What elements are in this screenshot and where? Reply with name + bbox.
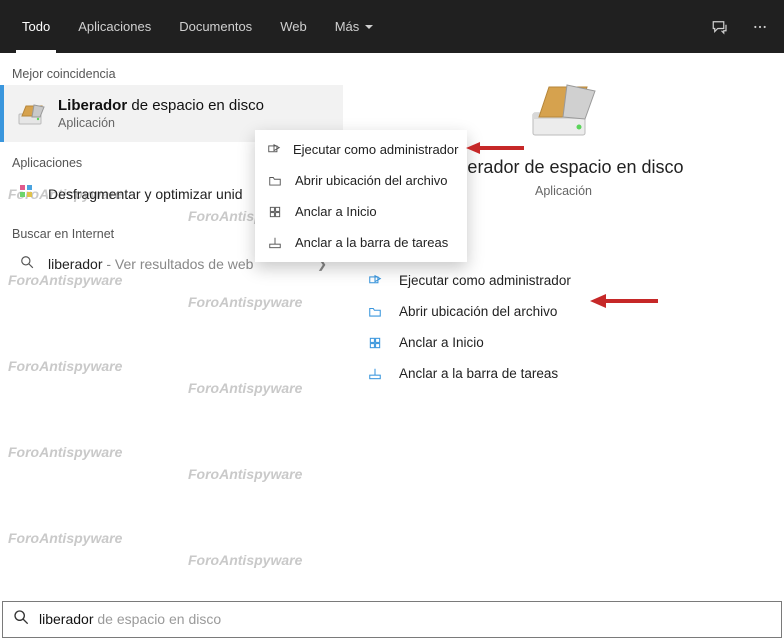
- action-label: Anclar a la barra de tareas: [399, 366, 558, 381]
- pin-taskbar-icon: [267, 236, 283, 250]
- search-tab-bar: Todo Aplicaciones Documentos Web Más: [0, 0, 784, 53]
- pin-taskbar-icon: [367, 367, 383, 381]
- action-label: Abrir ubicación del archivo: [399, 304, 557, 319]
- ctx-pin-start[interactable]: Anclar a Inicio: [255, 196, 467, 227]
- pin-start-icon: [367, 336, 383, 350]
- ctx-pin-taskbar[interactable]: Anclar a la barra de tareas: [255, 227, 467, 258]
- pin-start-icon: [267, 205, 283, 219]
- tab-aplicaciones[interactable]: Aplicaciones: [64, 0, 165, 53]
- ctx-open-location[interactable]: Abrir ubicación del archivo: [255, 165, 467, 196]
- disk-cleanup-icon: [18, 104, 46, 124]
- section-best-match: Mejor coincidencia: [0, 53, 343, 85]
- action-run-admin[interactable]: Ejecutar como administrador: [367, 265, 784, 296]
- list-item-label: Desfragmentar y optimizar unid: [48, 186, 243, 202]
- feedback-icon[interactable]: [700, 0, 740, 53]
- context-menu: Ejecutar como administrador Abrir ubicac…: [255, 130, 467, 262]
- admin-icon: [367, 274, 383, 288]
- tab-mas-label: Más: [335, 19, 360, 34]
- action-label: Anclar a Inicio: [399, 335, 484, 350]
- folder-icon: [267, 174, 283, 188]
- more-icon[interactable]: [740, 0, 780, 53]
- best-match-title: Liberador de espacio en disco: [58, 97, 264, 114]
- ctx-label: Abrir ubicación del archivo: [295, 173, 447, 188]
- ctx-label: Anclar a la barra de tareas: [295, 235, 448, 250]
- best-match-subtitle: Aplicación: [58, 116, 264, 130]
- action-open-location[interactable]: Abrir ubicación del archivo: [367, 296, 784, 327]
- admin-icon: [267, 143, 281, 157]
- action-pin-taskbar[interactable]: Anclar a la barra de tareas: [367, 358, 784, 389]
- chevron-down-icon: [365, 25, 373, 29]
- tab-web[interactable]: Web: [266, 0, 321, 53]
- ctx-label: Anclar a Inicio: [295, 204, 377, 219]
- ctx-run-admin[interactable]: Ejecutar como administrador: [255, 134, 467, 165]
- tab-mas[interactable]: Más: [321, 0, 388, 53]
- action-label: Ejecutar como administrador: [399, 273, 571, 288]
- tab-documentos[interactable]: Documentos: [165, 0, 266, 53]
- tab-todo[interactable]: Todo: [8, 0, 64, 53]
- web-search-label: liberador - Ver resultados de web: [48, 256, 253, 272]
- search-icon: [13, 609, 29, 630]
- folder-icon: [367, 305, 383, 319]
- action-pin-start[interactable]: Anclar a Inicio: [367, 327, 784, 358]
- defrag-icon: [18, 184, 36, 203]
- search-input-text: liberador de espacio en disco: [39, 611, 221, 629]
- ctx-label: Ejecutar como administrador: [293, 142, 458, 157]
- search-icon: [18, 255, 36, 272]
- search-bar[interactable]: liberador de espacio en disco: [2, 601, 782, 638]
